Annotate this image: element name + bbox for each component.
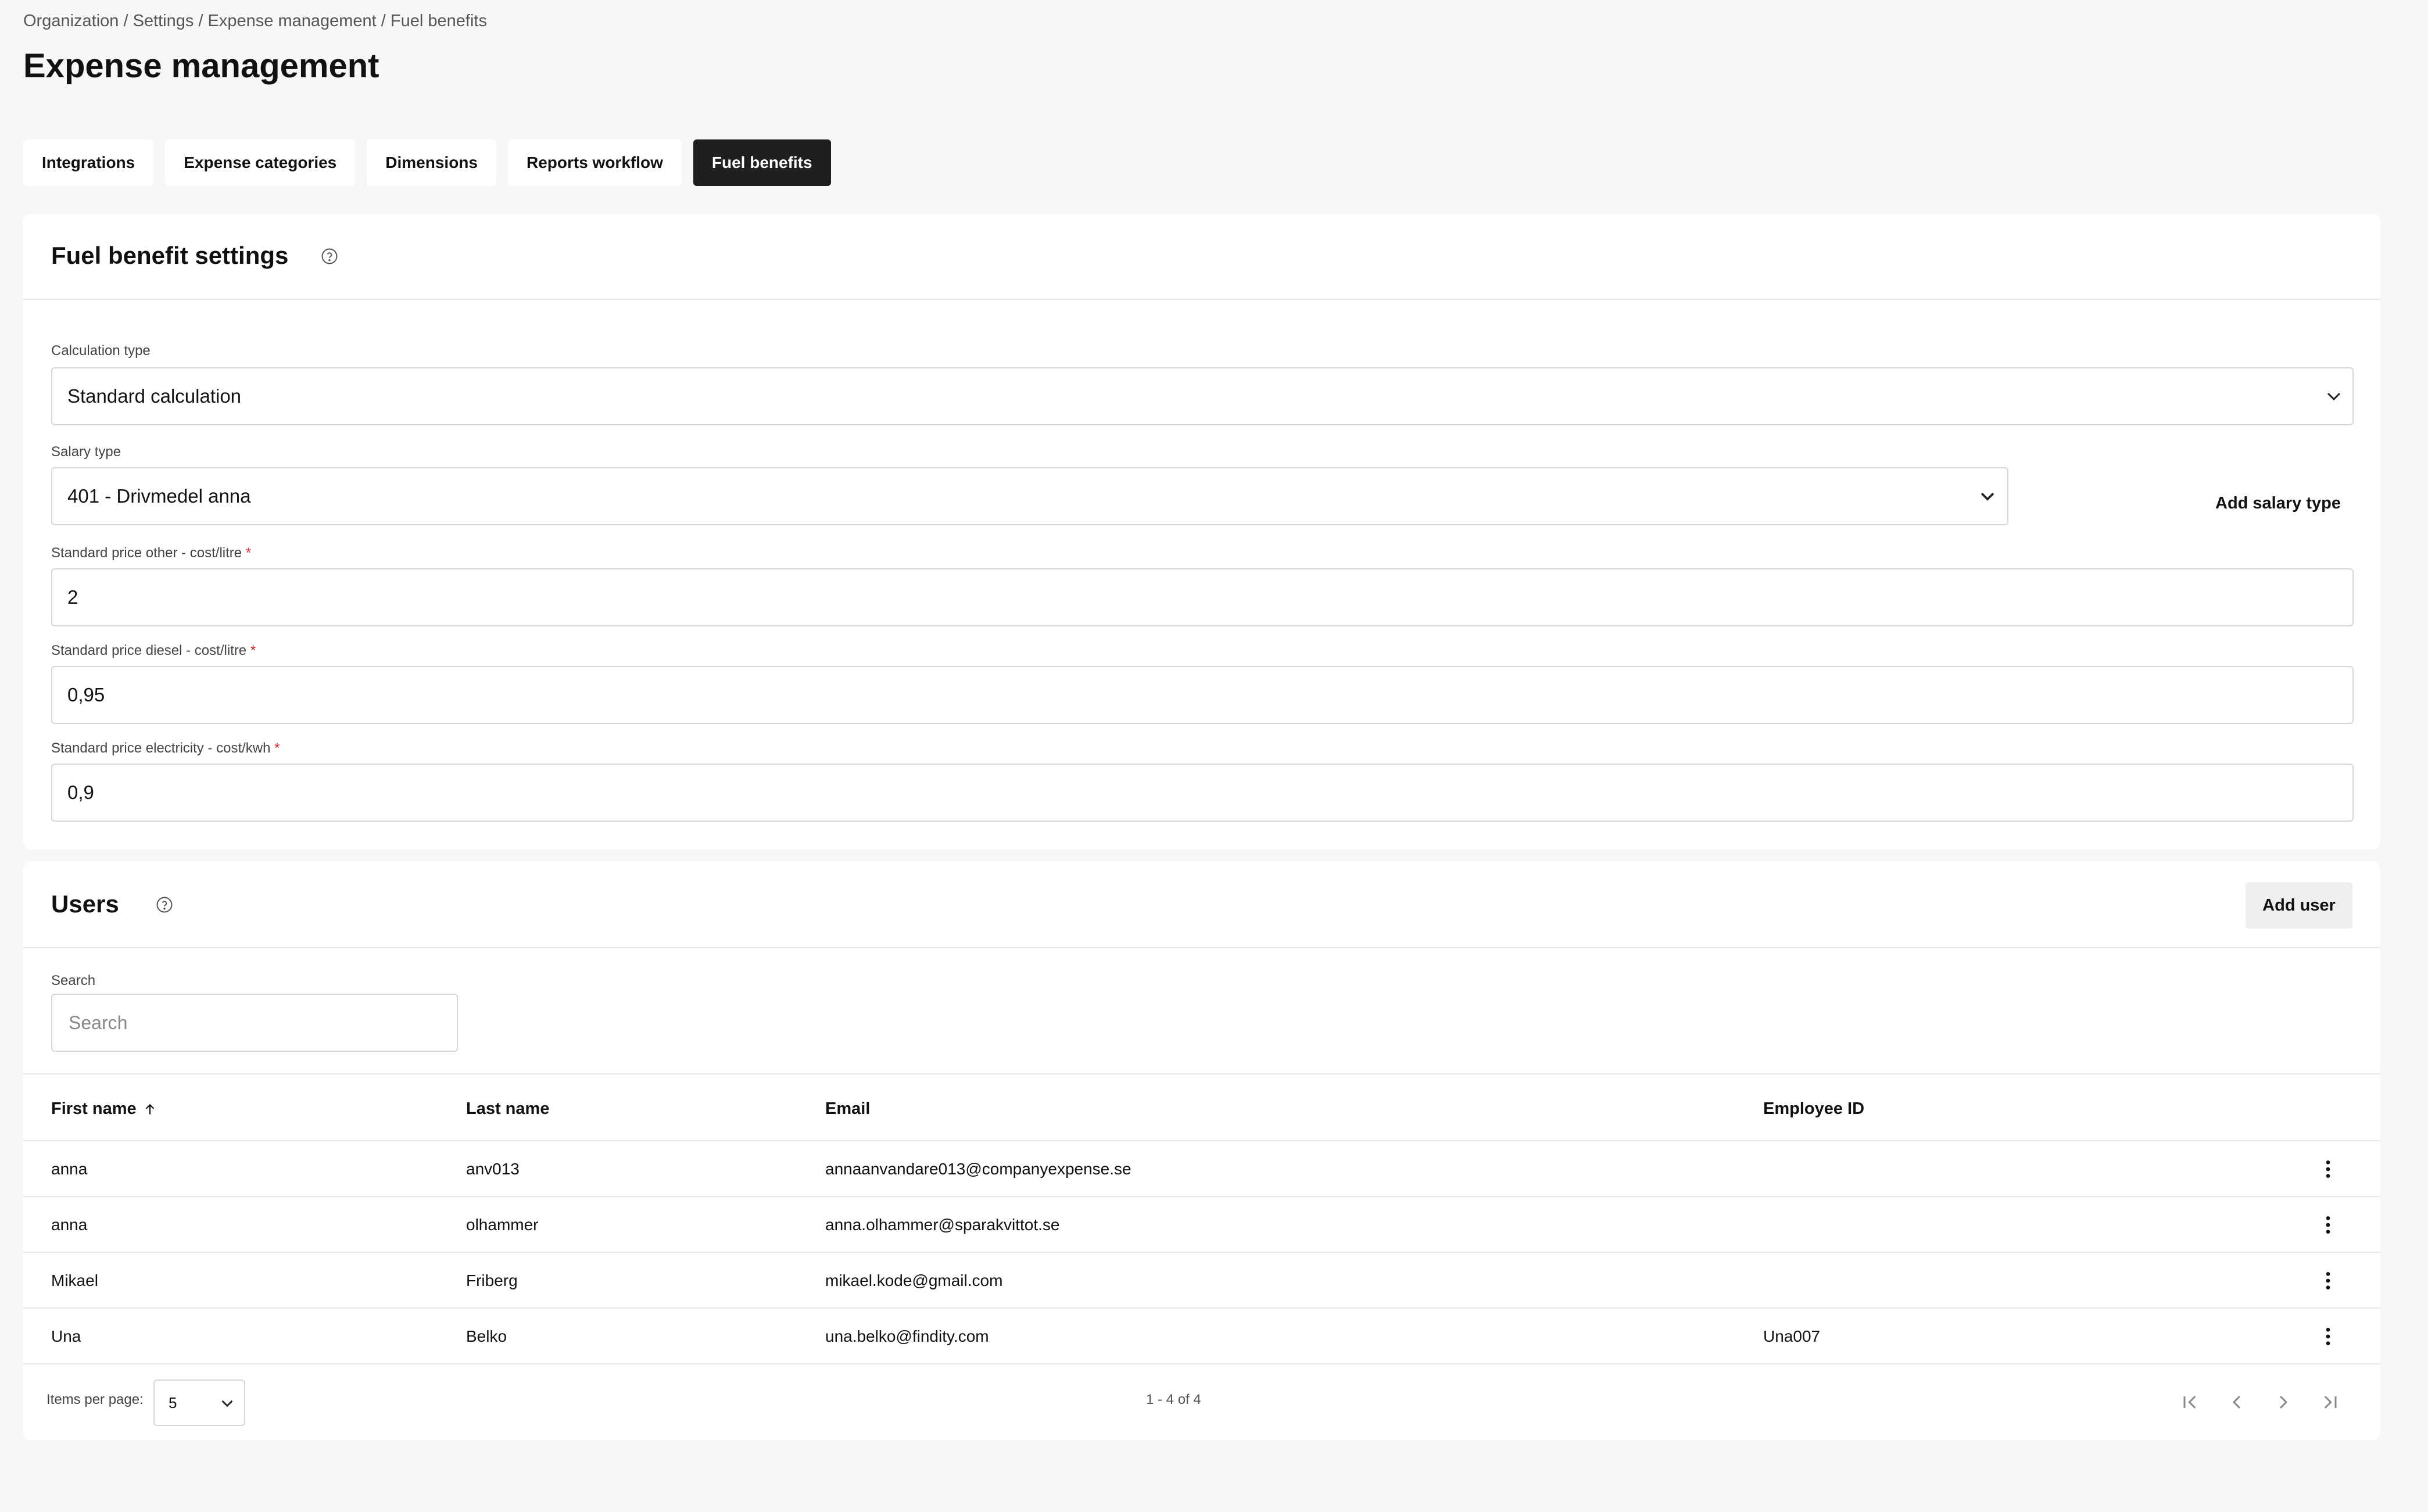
- page-title: Expense management: [23, 47, 379, 85]
- card-title: Fuel benefit settings: [51, 242, 289, 269]
- cell-email: mikael.kode@gmail.com: [825, 1271, 1003, 1289]
- divider: [23, 1073, 2380, 1074]
- items-per-page-label: Items per page:: [46, 1392, 144, 1407]
- breadcrumb[interactable]: Organization / Settings / Expense manage…: [23, 12, 487, 31]
- prev-page-icon[interactable]: [2222, 1388, 2251, 1417]
- cell-first-name: anna: [51, 1216, 88, 1234]
- price-other-value: 2: [67, 586, 78, 608]
- add-salary-type-button[interactable]: Add salary type: [2208, 480, 2348, 526]
- users-card: Users Add user Search First name Last na…: [23, 861, 2380, 1441]
- tab-integrations[interactable]: Integrations: [23, 139, 154, 186]
- price-diesel-input[interactable]: 0,95: [51, 666, 2354, 724]
- table-row[interactable]: Una Belko una.belko@findity.com Una007: [23, 1307, 2380, 1363]
- chevron-down-icon: [1981, 492, 1994, 501]
- page: Organization / Settings / Expense manage…: [0, 0, 2428, 1512]
- price-electricity-label-text: Standard price electricity - cost/kwh: [51, 740, 271, 756]
- table-row[interactable]: Mikael Friberg mikael.kode@gmail.com: [23, 1252, 2380, 1307]
- more-vertical-icon[interactable]: [2316, 1158, 2340, 1181]
- search-label: Search: [51, 973, 96, 988]
- cell-email: una.belko@findity.com: [825, 1327, 989, 1345]
- cell-last-name: anv013: [466, 1160, 520, 1178]
- cell-last-name: olhammer: [466, 1216, 539, 1234]
- cell-first-name: anna: [51, 1160, 88, 1178]
- price-electricity-label: Standard price electricity - cost/kwh *: [51, 740, 280, 757]
- price-electricity-input[interactable]: 0,9: [51, 764, 2354, 822]
- salary-type-select[interactable]: 401 - Drivmedel anna: [51, 467, 2008, 525]
- tab-fuel-benefits[interactable]: Fuel benefits: [693, 139, 831, 186]
- tab-reports-workflow[interactable]: Reports workflow: [507, 139, 682, 186]
- calculation-type-label: Calculation type: [51, 343, 151, 359]
- column-header-email[interactable]: Email: [825, 1099, 870, 1119]
- cell-first-name: Mikael: [51, 1271, 98, 1289]
- cell-first-name: Una: [51, 1327, 81, 1345]
- salary-type-label: Salary type: [51, 444, 121, 460]
- column-header-employee-id[interactable]: Employee ID: [1763, 1099, 1864, 1119]
- add-user-button[interactable]: Add user: [2246, 882, 2352, 929]
- calculation-type-select[interactable]: Standard calculation: [51, 367, 2354, 425]
- price-diesel-value: 0,95: [67, 684, 105, 705]
- tab-bar: Integrations Expense categories Dimensio…: [23, 139, 831, 186]
- search-input[interactable]: [51, 994, 458, 1052]
- chevron-down-icon: [2327, 392, 2341, 401]
- price-other-label: Standard price other - cost/litre *: [51, 545, 251, 561]
- cell-email: anna.olhammer@sparakvittot.se: [825, 1216, 1060, 1234]
- divider: [23, 1363, 2380, 1364]
- price-electricity-value: 0,9: [67, 782, 94, 803]
- items-per-page-value: 5: [169, 1393, 177, 1411]
- column-header-first-name[interactable]: First name: [51, 1099, 157, 1119]
- column-header-label: First name: [51, 1099, 137, 1118]
- cell-last-name: Belko: [466, 1327, 507, 1345]
- more-vertical-icon[interactable]: [2316, 1325, 2340, 1348]
- first-page-icon[interactable]: [2176, 1388, 2205, 1417]
- price-other-input[interactable]: 2: [51, 568, 2354, 626]
- pagination-range: 1 - 4 of 4: [1146, 1392, 1201, 1407]
- tab-expense-categories[interactable]: Expense categories: [165, 139, 356, 186]
- cell-last-name: Friberg: [466, 1271, 518, 1289]
- cell-employee-id: Una007: [1763, 1327, 1821, 1345]
- card-header: Users Add user: [23, 861, 2380, 948]
- items-per-page-select[interactable]: 5: [153, 1380, 245, 1426]
- next-page-icon[interactable]: [2269, 1388, 2298, 1417]
- table-row[interactable]: anna anv013 annaanvandare013@companyexpe…: [23, 1140, 2380, 1196]
- help-circle-icon[interactable]: [156, 896, 173, 913]
- table-row[interactable]: anna olhammer anna.olhammer@sparakvittot…: [23, 1196, 2380, 1252]
- help-circle-icon[interactable]: [321, 248, 338, 265]
- fuel-benefit-settings-card: Fuel benefit settings Calculation type S…: [23, 214, 2380, 850]
- chevron-down-icon: [221, 1400, 233, 1407]
- price-diesel-label-text: Standard price diesel - cost/litre: [51, 643, 247, 658]
- required-mark: *: [245, 545, 252, 561]
- price-other-label-text: Standard price other - cost/litre: [51, 545, 242, 561]
- card-title: Users: [51, 890, 119, 918]
- required-mark: *: [250, 643, 256, 658]
- required-mark: *: [274, 740, 280, 756]
- calculation-type-value: Standard calculation: [67, 385, 242, 407]
- column-header-last-name[interactable]: Last name: [466, 1099, 549, 1119]
- tab-dimensions[interactable]: Dimensions: [367, 139, 496, 186]
- price-diesel-label: Standard price diesel - cost/litre *: [51, 643, 256, 659]
- cell-email: annaanvandare013@companyexpense.se: [825, 1160, 1131, 1178]
- more-vertical-icon[interactable]: [2316, 1213, 2340, 1237]
- last-page-icon[interactable]: [2315, 1388, 2344, 1417]
- card-header: Fuel benefit settings: [23, 214, 2380, 300]
- salary-type-value: 401 - Drivmedel anna: [67, 485, 251, 507]
- more-vertical-icon[interactable]: [2316, 1269, 2340, 1292]
- arrow-up-icon: [145, 1103, 154, 1115]
